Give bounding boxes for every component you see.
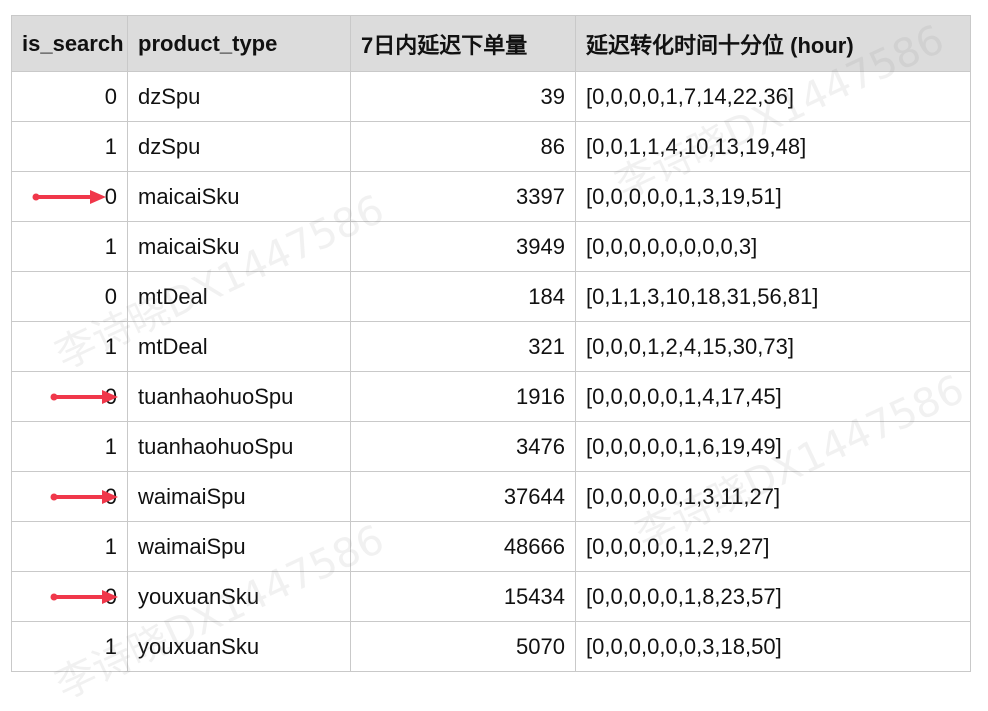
cell-conversion-deciles: [0,0,0,0,0,1,6,19,49] [575,421,971,472]
cell-is-search: 0 [11,171,128,222]
cell-is-search: 0 [11,571,128,622]
cell-order-count: 15434 [350,571,576,622]
header-row: is_search product_type 7日内延迟下单量 延迟转化时间十分… [11,15,971,72]
cell-product-type: tuanhaohuoSpu [127,421,351,472]
cell-product-type: mtDeal [127,321,351,372]
cell-product-type: mtDeal [127,271,351,322]
table-row: 0tuanhaohuoSpu1916[0,0,0,0,0,1,4,17,45] [11,371,971,422]
is-search-value: 0 [104,283,117,309]
table-row: 1 youxuanSku 5070 [0,0,0,0,0,0,3,18,50] [11,621,971,672]
cell-conversion-deciles: [0,0,1,1,4,10,13,19,48] [575,121,971,172]
cell-conversion-deciles: [0,0,0,0,0,1,8,23,57] [575,571,971,622]
cell-conversion-deciles: [0,0,0,1,2,4,15,30,73] [575,321,971,372]
cell-product-type: maicaiSku [127,221,351,272]
is-search-value: 0 [104,83,117,109]
is-search-value: 1 [104,133,117,159]
cell-order-count: 5070 [350,621,576,672]
table-row: 1 maicaiSku 3949 [0,0,0,0,0,0,0,0,3] [11,221,971,272]
cell-conversion-deciles: [0,0,0,0,0,0,0,0,3] [575,221,971,272]
cell-is-search: 1 [11,421,128,472]
cell-is-search: 1 [11,121,128,172]
is-search-value: 1 [104,533,117,559]
cell-order-count: 86 [350,121,576,172]
cell-order-count: 3949 [350,221,576,272]
cell-order-count: 39 [350,71,576,122]
cell-order-count: 3397 [350,171,576,222]
is-search-value: 1 [104,433,117,459]
cell-order-count: 37644 [350,471,576,522]
header-product-type: product_type [127,15,351,72]
arrow-icon [50,489,120,504]
table-row: 0 dzSpu 39 [0,0,0,0,1,7,14,22,36] [11,71,971,122]
cell-conversion-deciles: [0,0,0,0,0,0,3,18,50] [575,621,971,672]
cell-conversion-deciles: [0,0,0,0,0,1,3,11,27] [575,471,971,522]
cell-is-search: 1 [11,621,128,672]
cell-product-type: waimaiSpu [127,521,351,572]
cell-product-type: youxuanSku [127,571,351,622]
data-table: is_search product_type 7日内延迟下单量 延迟转化时间十分… [11,15,971,672]
table-row: 0 maicaiSku 3397 [0,0,0,0,0,1,3,19,51] [11,171,971,222]
cell-product-type: waimaiSpu [127,471,351,522]
table-row: 1 dzSpu 86 [0,0,1,1,4,10,13,19,48] [11,121,971,172]
table-row: 1 mtDeal 321 [0,0,0,1,2,4,15,30,73] [11,321,971,372]
cell-is-search: 0 [11,271,128,322]
header-order-count: 7日内延迟下单量 [350,15,576,72]
cell-conversion-deciles: [0,1,1,3,10,18,31,56,81] [575,271,971,322]
is-search-value: 1 [104,633,117,659]
header-conversion-deciles: 延迟转化时间十分位 (hour) [575,15,971,72]
table-row: 0waimaiSpu37644[0,0,0,0,0,1,3,11,27] [11,471,971,522]
cell-conversion-deciles: [0,0,0,0,1,7,14,22,36] [575,71,971,122]
cell-conversion-deciles: [0,0,0,0,0,1,4,17,45] [575,371,971,422]
header-is-search: is_search [11,15,128,72]
cell-product-type: youxuanSku [127,621,351,672]
cell-order-count: 1916 [350,371,576,422]
is-search-value: 1 [104,333,117,359]
cell-is-search: 1 [11,521,128,572]
table-row: 1 tuanhaohuoSpu 3476 [0,0,0,0,0,1,6,19,49] [11,421,971,472]
cell-conversion-deciles: [0,0,0,0,0,1,2,9,27] [575,521,971,572]
table-row: 0 mtDeal 184 [0,1,1,3,10,18,31,56,81] [11,271,971,322]
cell-is-search: 0 [11,471,128,522]
cell-conversion-deciles: [0,0,0,0,0,1,3,19,51] [575,171,971,222]
arrow-icon [32,189,108,204]
cell-is-search: 1 [11,221,128,272]
cell-order-count: 3476 [350,421,576,472]
cell-product-type: maicaiSku [127,171,351,222]
cell-order-count: 321 [350,321,576,372]
is-search-value: 1 [104,233,117,259]
cell-order-count: 48666 [350,521,576,572]
cell-is-search: 0 [11,371,128,422]
table-body: 0 dzSpu 39 [0,0,0,0,1,7,14,22,36] 1 dzSpu 86 [0… [11,71,971,672]
cell-product-type: dzSpu [127,71,351,122]
cell-product-type: tuanhaohuoSpu [127,371,351,422]
table-row: 0youxuanSku15434[0,0,0,0,0,1,8,23,57] [11,571,971,622]
table-row: 1 waimaiSpu 48666 [0,0,0,0,0,1,2,9,27] [11,521,971,572]
cell-is-search: 0 [11,71,128,122]
cell-order-count: 184 [350,271,576,322]
cell-is-search: 1 [11,321,128,372]
arrow-icon [50,389,120,404]
cell-product-type: dzSpu [127,121,351,172]
arrow-icon [50,589,120,604]
